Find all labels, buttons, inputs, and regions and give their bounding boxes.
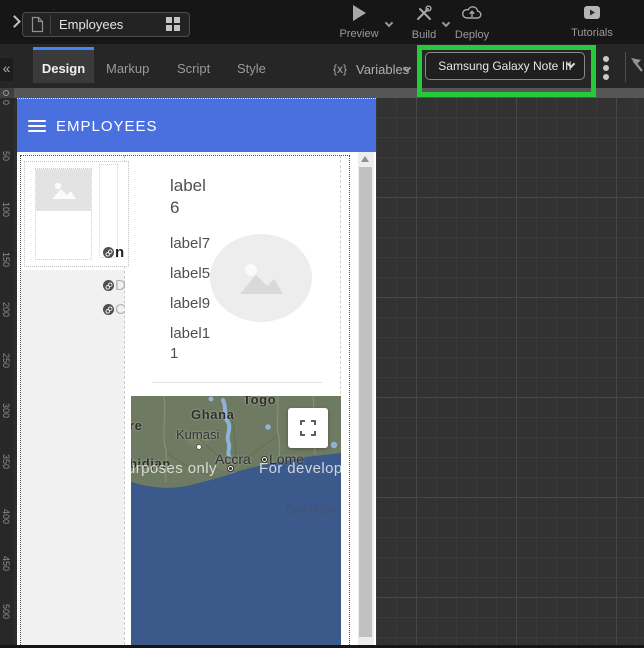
map-widget[interactable]: Togo Ghana re Kumasi Accra Lome bidjan u…: [131, 396, 341, 645]
collapse-sidebar-icon[interactable]: «: [0, 58, 13, 81]
binding-row[interactable]: C: [103, 301, 143, 313]
top-toolbar: Employees Preview Build Deploy Tutorial: [0, 0, 644, 44]
ruler-origin-icon: [3, 90, 9, 96]
tutorials-video-icon: [583, 7, 601, 24]
scrollbar-thumb[interactable]: [359, 167, 372, 637]
phone-preview[interactable]: EMPLOYEES n D C: [17, 98, 376, 645]
app-header-title: EMPLOYEES: [56, 118, 158, 135]
variables-icon: {x}: [333, 62, 347, 76]
hamburger-menu-icon[interactable]: [28, 120, 46, 133]
scrollbar-up-icon[interactable]: [361, 156, 369, 162]
page-name: Employees: [59, 17, 123, 32]
map-label-kumasi: Kumasi: [176, 427, 219, 442]
map-label-accra: Accra: [215, 451, 251, 467]
map-label-partial: re: [131, 418, 143, 433]
image-widget[interactable]: [35, 168, 92, 260]
divider: [152, 382, 322, 383]
binding-row[interactable]: n: [103, 244, 143, 256]
annotation-highlight: [417, 45, 596, 97]
pointer-tool-icon[interactable]: [629, 56, 644, 79]
expand-panel-icon[interactable]: [8, 15, 21, 28]
map-label-ghana: Ghana: [191, 407, 234, 422]
vertical-ruler: 0 50 100 150 200 250 300 350 400 450 500: [0, 98, 14, 645]
accra-marker: [227, 465, 234, 472]
map-watermark-right: For develop: [259, 460, 341, 477]
detail-label-value[interactable]: 6: [170, 197, 179, 219]
detail-label-value[interactable]: 1: [170, 345, 178, 362]
list-panel-background: [21, 270, 124, 645]
detail-label[interactable]: label1: [170, 325, 210, 342]
preview-dropdown-icon[interactable]: [385, 19, 393, 27]
detail-label[interactable]: label5: [170, 265, 210, 282]
binding-link-icon[interactable]: [103, 247, 114, 258]
list-item-card[interactable]: n D C: [24, 161, 129, 267]
detail-label[interactable]: label7: [170, 235, 210, 252]
build-button[interactable]: Build: [408, 5, 440, 41]
detail-label[interactable]: label: [170, 175, 206, 197]
app-builder-window: Employees Preview Build Deploy Tutorial: [0, 0, 644, 648]
pages-grid-icon[interactable]: [166, 17, 181, 32]
variables-button[interactable]: Variables: [356, 62, 409, 77]
tab-style[interactable]: Style: [237, 61, 266, 76]
binding-row[interactable]: D: [103, 277, 143, 289]
map-fullscreen-button[interactable]: [288, 408, 328, 448]
tab-design[interactable]: Design: [33, 47, 94, 83]
detail-label[interactable]: label9: [170, 295, 210, 312]
page-icon: [31, 16, 44, 38]
kumasi-marker: [196, 444, 202, 450]
page-selector[interactable]: Employees: [22, 12, 190, 37]
map-watermark-left: urposes only: [131, 460, 217, 477]
build-dropdown-icon[interactable]: [442, 19, 450, 27]
divider: [625, 52, 626, 82]
tab-markup[interactable]: Markup: [106, 61, 149, 76]
detail-image-placeholder[interactable]: [210, 234, 312, 322]
binding-link-icon[interactable]: [103, 304, 114, 315]
tab-script[interactable]: Script: [177, 61, 210, 76]
image-placeholder-icon: [36, 169, 91, 211]
binding-link-icon[interactable]: [103, 280, 114, 291]
build-tools-icon: [415, 9, 433, 26]
divider: [50, 15, 51, 34]
tutorials-button[interactable]: Tutorials: [570, 5, 614, 39]
play-icon: [353, 5, 366, 21]
app-header[interactable]: EMPLOYEES: [17, 98, 376, 152]
deploy-button[interactable]: Deploy: [452, 5, 492, 41]
more-options-icon[interactable]: [603, 56, 610, 83]
design-canvas-grid[interactable]: [376, 98, 644, 645]
map-label-togo: Togo: [243, 396, 276, 407]
deploy-cloud-icon: [461, 9, 483, 26]
preview-button[interactable]: Preview: [338, 5, 380, 40]
map-label-gulf: Gulf of Gu: [286, 504, 336, 516]
